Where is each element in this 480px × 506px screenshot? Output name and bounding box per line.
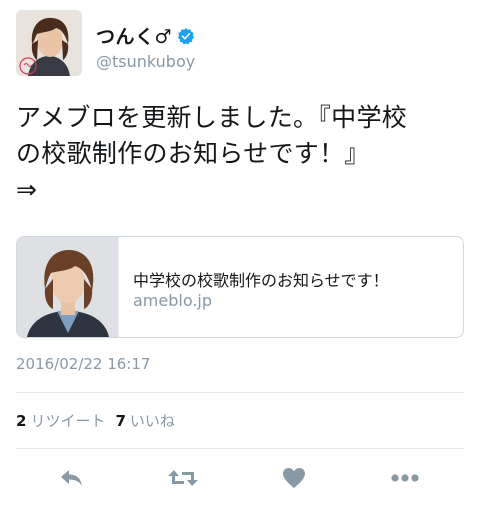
name-row: つんく♂: [96, 22, 195, 49]
avatar[interactable]: [16, 10, 82, 76]
like-label[interactable]: いいね: [130, 410, 175, 431]
divider: [16, 392, 464, 393]
tweet-timestamp: 2016/02/22 16:17: [16, 355, 151, 373]
display-name[interactable]: つんく♂: [96, 22, 172, 49]
retweet-icon: [168, 470, 198, 486]
card-thumbnail: [17, 237, 119, 337]
card-domain: ameblo.jp: [133, 291, 213, 310]
like-heart-icon: [283, 468, 305, 488]
verified-badge-icon: [177, 27, 195, 45]
reply-button[interactable]: [52, 460, 92, 496]
like-button[interactable]: [274, 460, 314, 496]
retweet-count[interactable]: 2: [16, 412, 26, 430]
tweet-text-line: アメブロを更新しました。『中学校: [16, 103, 408, 132]
action-bar: [0, 460, 480, 496]
more-dots-icon: [391, 474, 419, 482]
user-handle[interactable]: @tsunkuboy: [96, 52, 195, 71]
card-title[interactable]: 中学校の校歌制作のお知らせです！: [133, 267, 389, 291]
avatar-image: [16, 10, 82, 76]
reply-icon: [61, 470, 82, 486]
retweet-label[interactable]: リツイート: [30, 410, 105, 431]
tweet-header: つんく♂ @tsunkuboy: [16, 10, 466, 76]
retweet-button[interactable]: [163, 460, 203, 496]
engagement-stats: 2 リツイート 7 いいね: [16, 410, 185, 431]
divider: [16, 448, 464, 449]
tweet-text: アメブロを更新しました。『中学校 の校歌制作のお知らせです！』 ⇒: [16, 100, 466, 208]
link-preview-card[interactable]: 中学校の校歌制作のお知らせです！ ameblo.jp: [16, 236, 464, 338]
like-count[interactable]: 7: [115, 412, 125, 430]
more-button[interactable]: [385, 460, 425, 496]
tweet-link-arrow[interactable]: ⇒: [16, 172, 466, 208]
tweet-text-line: の校歌制作のお知らせです！』: [16, 139, 370, 168]
